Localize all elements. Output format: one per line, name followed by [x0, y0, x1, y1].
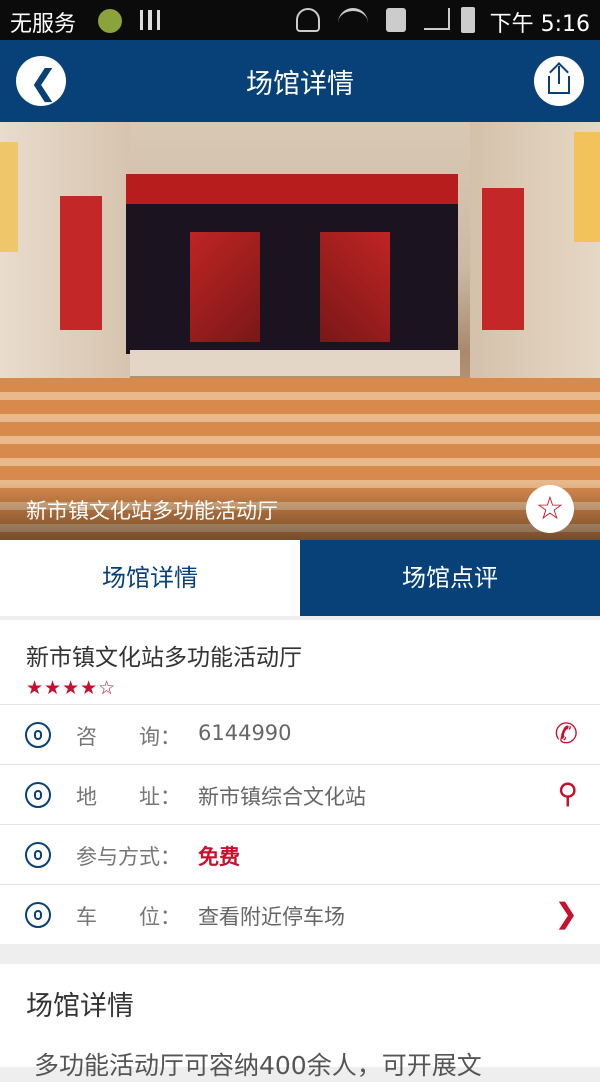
phone-label: 咨 询：	[76, 725, 181, 749]
map-pin-icon[interactable]: ⚲	[557, 779, 578, 809]
carrier-text: 无服务	[10, 12, 77, 37]
participation-label: 参与方式：	[76, 845, 181, 869]
battery-icon	[461, 7, 475, 33]
mute-icon	[296, 8, 320, 32]
phone-icon	[25, 722, 51, 748]
info-row-parking[interactable]: 车 位： 查看附近停车场 ❯	[0, 884, 600, 944]
venue-photo[interactable]: 新市镇文化站多功能活动厅 ☆	[0, 122, 600, 540]
address-value: 新市镇综合文化站	[198, 785, 366, 809]
favorite-button[interactable]: ☆	[526, 485, 574, 533]
venue-detail-section: 场馆详情 多功能活动厅可容纳400余人，可开展文	[0, 964, 600, 1080]
status-icons	[296, 4, 486, 36]
phone-value: 6144990	[198, 721, 292, 745]
info-row-phone[interactable]: 咨 询： 6144990 ✆	[0, 704, 600, 764]
venue-info-card: 新市镇文化站多功能活动厅 ★★★★☆ 咨 询： 6144990 ✆ 地 址： 新…	[0, 620, 600, 944]
navigation-bar: ❮ 场馆详情	[0, 40, 600, 122]
chevron-right-icon[interactable]: ❯	[555, 899, 578, 929]
address-label: 地 址：	[76, 785, 181, 809]
photo-caption: 新市镇文化站多功能活动厅	[26, 499, 278, 523]
parking-label: 车 位：	[76, 905, 181, 929]
sim-icon	[98, 9, 122, 33]
info-row-participation: 参与方式： 免费	[0, 824, 600, 884]
tab-venue-reviews[interactable]: 场馆点评	[300, 540, 600, 616]
status-bar: 无服务 下午 5:16	[0, 0, 600, 40]
detail-heading: 场馆详情	[26, 991, 134, 1022]
tab-bar: 场馆详情 场馆点评	[0, 540, 600, 616]
star-outline-icon: ☆	[535, 489, 565, 527]
wifi-icon	[338, 8, 368, 32]
venue-name: 新市镇文化站多功能活动厅	[26, 645, 302, 671]
signal-bars-icon	[140, 10, 160, 30]
question-signal-icon	[386, 8, 406, 32]
car-icon	[25, 902, 51, 928]
page-title: 场馆详情	[246, 69, 354, 100]
share-button[interactable]	[534, 56, 584, 106]
parking-value: 查看附近停车场	[198, 905, 345, 929]
info-row-address[interactable]: 地 址： 新市镇综合文化站 ⚲	[0, 764, 600, 824]
status-time: 下午 5:16	[489, 12, 590, 37]
detail-body: 多功能活动厅可容纳400余人，可开展文	[34, 1051, 482, 1080]
location-icon	[25, 782, 51, 808]
star-rating: ★★★★☆	[26, 677, 117, 699]
participation-value: 免费	[198, 845, 240, 869]
tab-venue-detail[interactable]: 场馆详情	[0, 540, 300, 616]
phone-call-icon[interactable]: ✆	[555, 719, 578, 749]
cell-signal-icon	[424, 8, 450, 30]
coins-icon	[25, 842, 51, 868]
